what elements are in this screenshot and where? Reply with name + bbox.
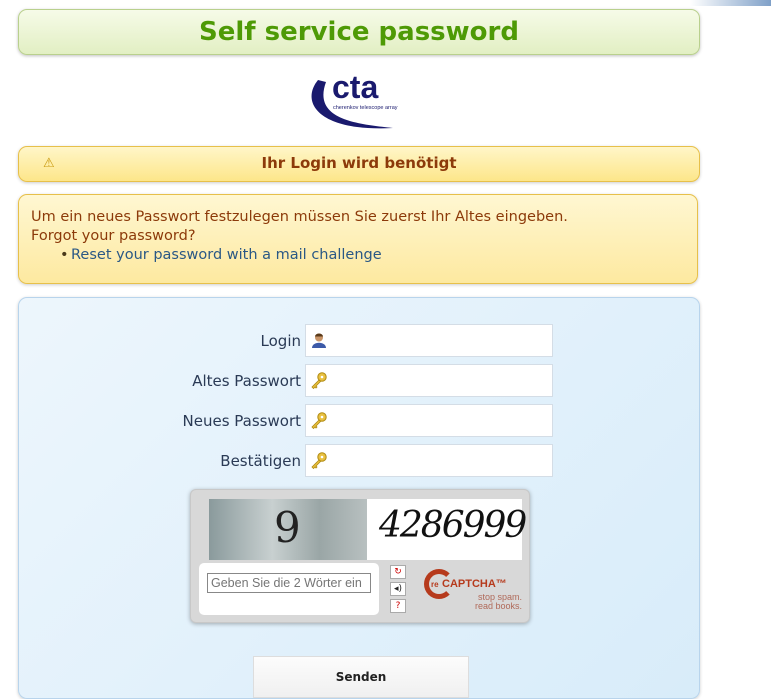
- page-title: Self service password: [199, 17, 519, 47]
- help-icon[interactable]: ?: [390, 599, 406, 613]
- recaptcha-widget: 9 4286999 ↻ ◂) ? re CAPTCHA™ stop spam. …: [190, 489, 530, 623]
- recaptcha-tagline: stop spam. read books.: [475, 593, 522, 611]
- audio-icon[interactable]: ◂): [390, 582, 406, 596]
- info-message: Um ein neues Passwort festzulegen müssen…: [18, 194, 698, 284]
- reset-mail-link[interactable]: Reset your password with a mail challeng…: [71, 247, 382, 263]
- key-icon: [311, 412, 327, 430]
- submit-button[interactable]: Senden: [253, 656, 469, 698]
- old-password-field[interactable]: [305, 364, 553, 397]
- recaptcha-brand: CAPTCHA™: [442, 578, 507, 590]
- captcha-controls: ↻ ◂) ?: [390, 565, 406, 616]
- password-form: Login Altes Passwort Neues Passwort Best…: [18, 297, 700, 699]
- new-password-label: Neues Passwort: [182, 412, 301, 430]
- logo-subtitle: cherenkov telescope array: [333, 105, 398, 111]
- title-banner: Self service password: [18, 9, 700, 55]
- confirm-password-field[interactable]: [305, 444, 553, 477]
- top-strip: [690, 0, 771, 6]
- new-password-field[interactable]: [305, 404, 553, 437]
- login-field[interactable]: [305, 324, 553, 357]
- key-icon: [311, 372, 327, 390]
- login-label: Login: [260, 332, 301, 350]
- info-links: Reset your password with a mail challeng…: [31, 246, 697, 265]
- captcha-image: 9 4286999: [209, 499, 527, 560]
- list-item: Reset your password with a mail challeng…: [60, 246, 697, 265]
- old-password-label: Altes Passwort: [192, 372, 301, 390]
- reload-icon[interactable]: ↻: [390, 565, 406, 579]
- key-icon: [311, 452, 327, 470]
- info-line-1: Um ein neues Passwort festzulegen müssen…: [31, 209, 568, 225]
- warning-banner: ⚠ Ihr Login wird benötigt: [18, 146, 700, 182]
- cta-logo: cta cherenkov telescope array: [311, 69, 398, 129]
- captcha-input-area: [199, 563, 379, 615]
- captcha-word-1: 9: [274, 503, 301, 552]
- user-icon: [312, 333, 326, 348]
- warning-text: Ihr Login wird benötigt: [261, 154, 457, 172]
- info-line-2: Forgot your password?: [31, 228, 196, 244]
- captcha-word-2: 4286999: [379, 505, 527, 546]
- confirm-password-label: Bestätigen: [220, 452, 301, 470]
- recaptcha-re: re: [431, 580, 439, 589]
- recaptcha-logo: re CAPTCHA™ stop spam. read books.: [424, 569, 524, 615]
- logo-name: cta: [332, 69, 378, 105]
- captcha-response-input[interactable]: [207, 573, 371, 593]
- recaptcha-tagline-2: read books.: [474, 601, 522, 611]
